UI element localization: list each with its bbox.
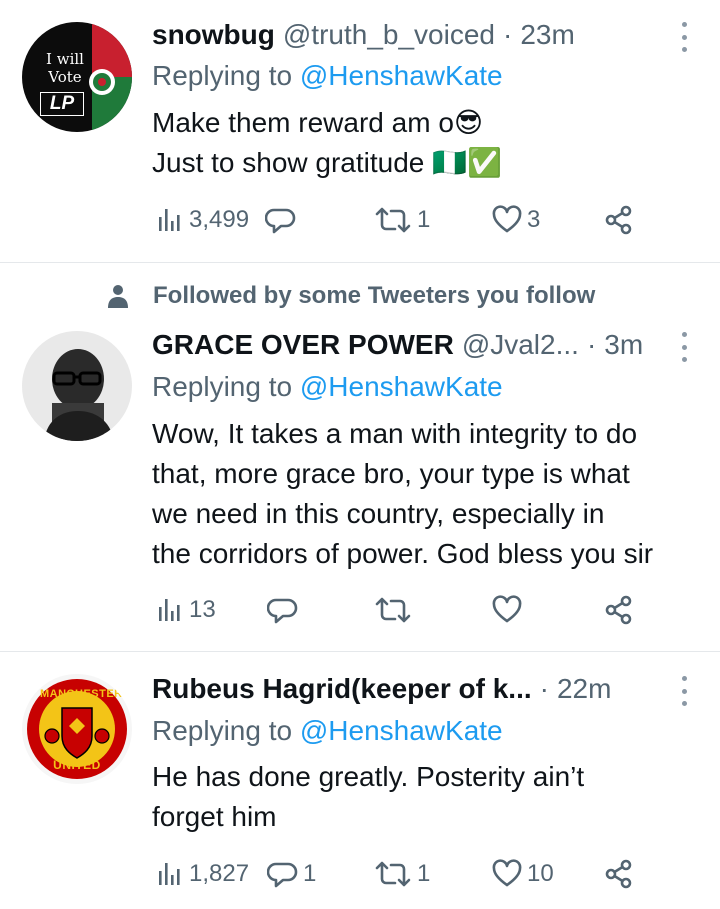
social-context: Followed by some Tweeters you follow — [105, 281, 595, 311]
tweet-text-line: Wow, It takes a man with integrity to do — [152, 418, 638, 449]
author-name[interactable]: Rubeus Hagrid(keeper of k... — [152, 672, 532, 706]
replying-to: Replying to @HenshawKate — [152, 714, 503, 748]
retweet-icon — [375, 207, 411, 233]
social-context-text: Followed by some Tweeters you follow — [153, 282, 596, 309]
like-icon — [492, 205, 522, 233]
reply-button[interactable] — [267, 590, 303, 630]
tweet-text-line: we need in this country, especially in — [152, 498, 605, 529]
author-name[interactable]: snowbug — [152, 18, 275, 52]
replying-mention[interactable]: @HenshawKate — [300, 60, 503, 91]
like-button[interactable]: 10 — [491, 854, 554, 894]
tweet-1[interactable]: I will Vote LP snowbug @truth_b_voiced ·… — [0, 0, 720, 262]
like-count: 3 — [527, 206, 541, 233]
views-button[interactable]: 3,499 — [155, 200, 249, 240]
tweet-text-line: Just to show gratitude 🇳🇬✅ — [152, 147, 502, 178]
reply-count: 1 — [303, 860, 317, 887]
tweet-actions: 3,499 1 3 — [155, 200, 645, 240]
reply-button[interactable] — [265, 200, 301, 240]
replying-label: Replying to — [152, 60, 300, 91]
reply-button[interactable]: 1 — [267, 854, 316, 894]
retweet-icon — [375, 861, 411, 887]
replying-label: Replying to — [152, 371, 300, 402]
replying-to: Replying to @HenshawKate — [152, 59, 503, 93]
share-button[interactable] — [603, 854, 635, 894]
reply-icon — [265, 208, 296, 234]
replying-label: Replying to — [152, 715, 300, 746]
tweet-text-line: forget him — [152, 801, 277, 832]
tweet-text-line: Make them reward am o😎 — [152, 107, 484, 138]
author-handle[interactable]: @truth_b_voiced — [283, 18, 495, 52]
views-icon — [159, 209, 180, 231]
views-icon — [159, 863, 180, 885]
retweet-button[interactable]: 1 — [373, 854, 430, 894]
retweet-count: 1 — [417, 860, 431, 887]
views-button[interactable]: 13 — [155, 590, 216, 630]
retweet-button[interactable]: 1 — [373, 200, 430, 240]
views-icon — [159, 599, 180, 621]
share-icon — [605, 859, 632, 889]
more-icon[interactable] — [678, 22, 690, 52]
tweet-2[interactable]: Followed by some Tweeters you follow GRA… — [0, 263, 720, 651]
replying-mention[interactable]: @HenshawKate — [300, 371, 503, 402]
more-icon[interactable] — [678, 676, 690, 706]
views-count: 13 — [189, 596, 216, 623]
separator: · — [586, 329, 597, 360]
tweet-text-line: the corridors of power. God bless you si… — [152, 538, 654, 569]
tweet-text: Make them reward am o😎 Just to show grat… — [152, 103, 700, 183]
like-icon — [492, 859, 522, 887]
like-button[interactable]: 3 — [491, 200, 540, 240]
avatar-grace-over-power[interactable] — [22, 331, 132, 441]
author-name[interactable]: GRACE OVER POWER — [152, 328, 454, 362]
tweet-actions: 13 — [155, 590, 645, 630]
tweet-text: Wow, It takes a man with integrity to do… — [152, 414, 700, 574]
separator: · — [539, 673, 549, 704]
views-count: 1,827 — [189, 860, 250, 887]
tweet-text-line: He has done greatly. Posterity ain’t — [152, 761, 585, 792]
views-button[interactable]: 1,827 — [155, 854, 249, 894]
avatar-lp[interactable]: I will Vote LP — [22, 22, 132, 132]
share-button[interactable] — [603, 200, 635, 240]
avatar-manutd-crest[interactable]: MANCHESTER UNITED — [22, 674, 132, 784]
crest-text-top: MANCHESTER — [40, 688, 123, 700]
crest-text-bottom: UNITED — [53, 758, 101, 772]
timestamp[interactable]: 3m — [604, 328, 643, 362]
person-icon — [108, 285, 128, 308]
avatar-lp-badge: LP — [40, 92, 84, 116]
share-icon — [605, 205, 632, 235]
retweet-icon — [375, 597, 411, 623]
like-count: 10 — [527, 860, 554, 887]
tweet-text-line: that, more grace bro, your type is what — [152, 458, 630, 489]
tweet-header: snowbug @truth_b_voiced · 23m — [152, 18, 660, 52]
replying-mention[interactable]: @HenshawKate — [300, 715, 503, 746]
reply-icon — [267, 862, 298, 888]
avatar-text-line1: I will — [46, 50, 84, 68]
retweet-count: 1 — [417, 206, 431, 233]
author-handle[interactable]: @Jval2... — [462, 328, 579, 362]
separator: · — [502, 19, 513, 50]
like-button[interactable] — [491, 590, 527, 630]
more-icon[interactable] — [678, 332, 690, 362]
replying-to: Replying to @HenshawKate — [152, 370, 503, 404]
tweet-actions: 1,827 1 1 10 — [155, 854, 645, 894]
retweet-button[interactable] — [373, 590, 417, 630]
tweet-header: Rubeus Hagrid(keeper of k... · 22m — [152, 672, 660, 706]
timestamp[interactable]: 22m — [557, 672, 611, 706]
profile-photo — [22, 331, 132, 441]
reply-icon — [267, 598, 298, 624]
tweet-header: GRACE OVER POWER @Jval2... · 3m — [152, 328, 660, 362]
avatar-text-line2: Vote — [48, 68, 82, 86]
tweet-3[interactable]: MANCHESTER UNITED Rubeus Hagrid(keeper o… — [0, 652, 720, 909]
share-icon — [605, 595, 632, 625]
views-count: 3,499 — [189, 206, 250, 233]
timestamp[interactable]: 23m — [520, 18, 574, 52]
tweet-text: He has done greatly. Posterity ain’t for… — [152, 757, 700, 837]
share-button[interactable] — [603, 590, 635, 630]
like-icon — [492, 595, 522, 623]
